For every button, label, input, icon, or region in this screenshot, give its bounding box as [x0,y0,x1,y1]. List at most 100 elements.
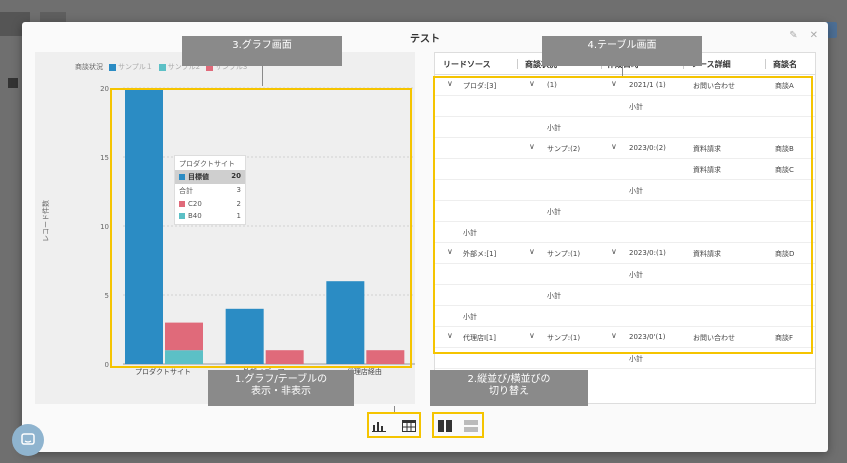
expand-chevron-icon[interactable]: ∨ [611,79,617,88]
tooltip-row: C20 2 [175,198,245,210]
table-row: 小計 [435,117,815,138]
table-cell-lead: 小計 [463,313,477,321]
callout-graph: 3.グラフ画面 [182,36,342,66]
column-header-deal-name[interactable]: 商談名 [773,59,797,70]
bar-0-series-0 [125,88,163,364]
callout-connector [622,66,623,76]
expand-chevron-icon[interactable]: ∨ [611,331,617,340]
table-row: ∨ 代理店I[1] ∨ サンプ:(1) ∨ 2023/0'(1) お問い合わせ 商談F [435,327,815,348]
table-cell-detail: お問い合わせ [693,82,735,90]
table-icon [402,420,416,432]
callout-toggle: 1.グラフ/テーブルの 表示・非表示 [208,370,354,406]
chat-support-button[interactable] [12,424,44,456]
callout-connector [394,406,395,412]
column-header-lead-source[interactable]: リードソース [443,59,491,70]
side-by-side-layout-button[interactable] [434,416,456,436]
bar-1-series-0 [225,308,264,364]
table-row: 資料請求 商談C [435,159,815,180]
chart-tooltip: プロダクトサイト 目標値 20 合計 3 C20 2 B40 1 [174,155,246,225]
table-cell-status: 小計 [547,292,561,300]
y-tick-label: 10 [100,223,109,231]
table-cell-name: 商談C [775,166,794,174]
table-cell-detail: 資料請求 [693,145,721,153]
chat-icon [21,433,35,445]
modal-actions: ✎ ✕ [789,30,818,41]
bar-chart: 05101520プロダクトサイト外部メディア代理店経由 [100,85,415,376]
x-tick-label: プロダクトサイト [135,367,191,376]
table-row: 小計 [435,201,815,222]
expand-chevron-icon[interactable]: ∨ [611,247,617,256]
table-cell-date: 2021/1 (1) [629,81,666,89]
table-cell-lead: 小計 [463,229,477,237]
expand-chevron-icon[interactable]: ∨ [529,247,535,256]
table-row: ∨ 外部メ:[1] ∨ サンプ:(1) ∨ 2023/0:(1) 資料請求 商談D [435,243,815,264]
background-app-icon [8,78,18,88]
table-row: 小計 [435,348,815,369]
expand-chevron-icon[interactable]: ∨ [529,79,535,88]
table-row: ∨ サンプ:(2) ∨ 2023/0:(2) 資料請求 商談B [435,138,815,159]
callout-connector [262,66,263,86]
callout-table: 4.テーブル画面 [542,36,702,66]
table-toggle-button[interactable] [398,416,420,436]
table-cell-name: 商談B [775,145,794,153]
bar-chart-icon [372,422,386,432]
table-cell-date: 小計 [629,103,643,111]
table-cell-date: 小計 [629,355,643,363]
expand-chevron-icon[interactable]: ∨ [447,79,453,88]
table-cell-date: 2023/0:(2) [629,144,666,152]
bar-0-series-2 [165,322,203,351]
table-cell-lead: 外部メ:[1] [463,250,497,258]
table-row: 小計 [435,306,815,327]
table-cell-status: 小計 [547,124,561,132]
table-cell-status: サンプ:(1) [547,334,581,342]
report-modal: テスト ✎ ✕ 商談状況 サンプル１ サンプル2 サンプル3 レコード件数 05… [22,22,828,452]
y-tick-label: 20 [100,85,109,93]
table-row: 小計 [435,180,815,201]
expand-chevron-icon[interactable]: ∨ [447,247,453,256]
chart-panel: 商談状況 サンプル１ サンプル2 サンプル3 レコード件数 0 5 10 15 20 プロ… [35,52,415,404]
bar-2-series-2 [366,350,405,364]
bar-2-series-0 [326,281,365,364]
table-cell-status: サンプ:(1) [547,250,581,258]
table-cell-date: 2023/0:(1) [629,249,666,257]
y-tick-label: 15 [100,154,109,162]
table-cell-date: 小計 [629,187,643,195]
expand-chevron-icon[interactable]: ∨ [447,331,453,340]
tooltip-row: 目標値 20 [175,170,245,184]
table-cell-status: 小計 [547,208,561,216]
table-cell-name: 商談F [775,334,794,342]
tooltip-title: プロダクトサイト [179,160,235,168]
table-row: 小計 [435,222,815,243]
table-cell-lead: プロダ:[3] [463,82,497,90]
table-cell-status: サンプ:(2) [547,145,581,153]
table-cell-lead: 代理店I[1] [463,334,496,342]
expand-chevron-icon[interactable]: ∨ [611,142,617,151]
y-tick-label: 0 [105,361,109,369]
side-by-side-icon [438,420,452,432]
bar-1-series-2 [265,350,304,364]
table-cell-detail: 資料請求 [693,166,721,174]
bar-0-series-1 [165,350,203,364]
close-icon[interactable]: ✕ [810,30,818,41]
chart-toggle-button[interactable] [368,416,390,436]
stacked-layout-button[interactable] [460,416,482,436]
expand-chevron-icon[interactable]: ∨ [529,331,535,340]
table-row: ∨ プロダ:[3] ∨ (1) ∨ 2021/1 (1) お問い合わせ 商談A [435,75,815,96]
table-cell-name: 商談D [775,250,795,258]
callout-layout: 2.縦並び/横並びの 切り替え [430,370,588,406]
table-cell-detail: 資料請求 [693,250,721,258]
table-cell-date: 小計 [629,271,643,279]
table-cell-detail: お問い合わせ [693,334,735,342]
tooltip-row: 合計 3 [179,186,241,195]
modal-title: テスト [410,34,440,45]
table-row: 小計 [435,96,815,117]
table-cell-status: (1) [547,81,557,89]
tooltip-row: B40 1 [175,210,245,222]
expand-chevron-icon[interactable]: ∨ [529,142,535,151]
y-tick-label: 5 [105,292,109,300]
pin-icon[interactable]: ✎ [789,30,797,41]
stacked-icon [464,420,478,432]
table-row: 小計 [435,285,815,306]
table-row: 小計 [435,264,815,285]
table-cell-name: 商談A [775,82,794,90]
